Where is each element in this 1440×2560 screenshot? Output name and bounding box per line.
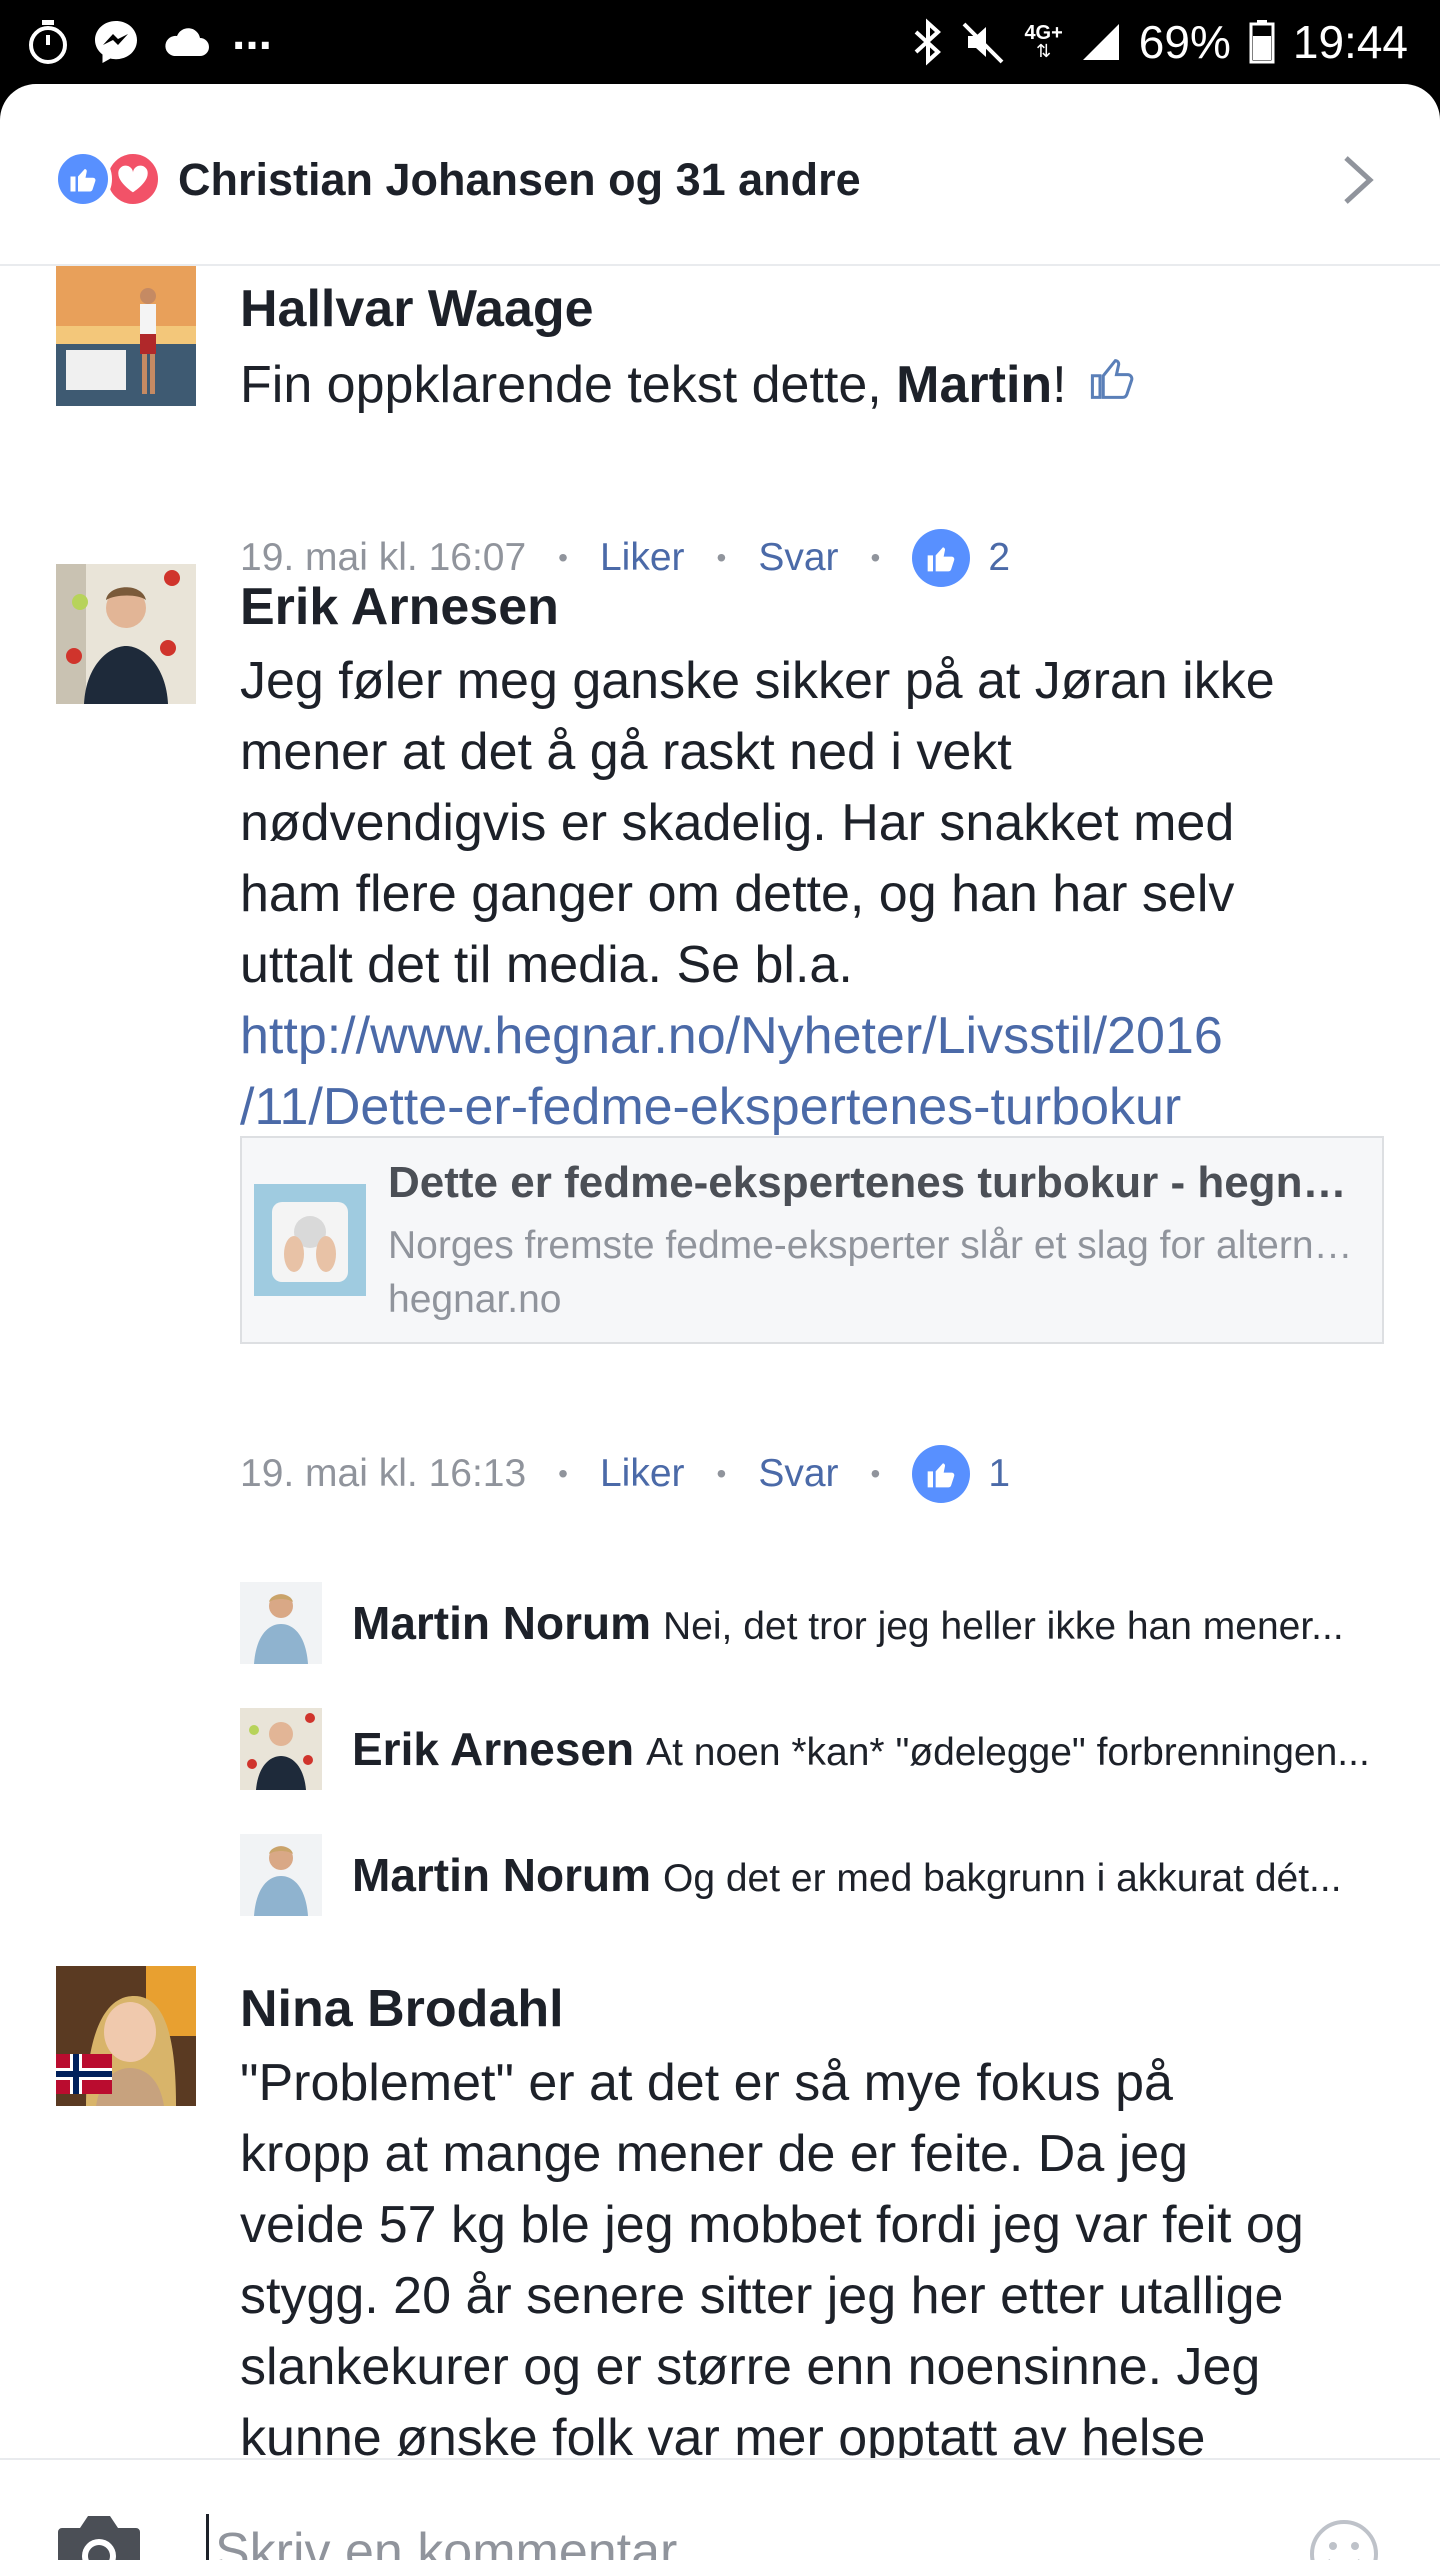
comment-line: mener at det å gå raskt ned i vekt	[240, 723, 1012, 781]
reply-text: Martin Norum Nei, det tror jeg heller ikk…	[352, 1596, 1382, 1650]
separator-dot: •	[870, 1458, 881, 1489]
thumbs-up-emoji-icon	[1087, 353, 1139, 424]
reply-link[interactable]: Svar	[758, 1452, 838, 1496]
comment-link-line[interactable]: /11/Dette-er-fedme-ekspertenes-turbokur	[240, 1072, 1390, 1143]
messenger-icon	[95, 21, 137, 63]
reply-item[interactable]: Martin Norum Og det er med bakgrunn i akk…	[240, 1830, 1400, 1920]
like-count[interactable]: 2	[988, 536, 1010, 580]
avatar[interactable]	[56, 1966, 196, 2106]
reply-author[interactable]: Martin Norum	[352, 1849, 651, 1901]
link-preview-domain: hegnar.no	[388, 1278, 562, 1321]
reply-text: Erik Arnesen At noen *kan* "ødelegge" for…	[352, 1722, 1382, 1776]
status-bar-right: 4G+ ⇅ 69% 19:44	[912, 14, 1408, 70]
comment-meta: 19. mai kl. 16:13 • Liker • Svar • 1	[240, 1444, 1010, 1504]
comments-sheet: Christian Johansen og 31 andre Hallvar W…	[0, 84, 1440, 2560]
status-overflow: ...	[232, 6, 273, 60]
comment-line: "Problemet" er at det er så mye fokus på	[240, 2054, 1173, 2112]
separator-dot: •	[716, 1458, 727, 1489]
comment-link-line[interactable]: http://www.hegnar.no/Nyheter/Livsstil/20…	[240, 1001, 1390, 1072]
comment-author[interactable]: Erik Arnesen	[240, 576, 1390, 638]
comment-line: kropp at mange mener de er feite. Da jeg	[240, 2125, 1189, 2183]
reply-item[interactable]: Erik Arnesen At noen *kan* "ødelegge" for…	[240, 1704, 1400, 1794]
separator-dot: •	[716, 542, 727, 573]
reactions-summary[interactable]: Christian Johansen og 31 andre	[178, 154, 861, 206]
avatar[interactable]	[240, 1834, 322, 1916]
link-preview-card[interactable]: Dette er fedme-ekspertenes turbokur - he…	[240, 1136, 1384, 1344]
comment-line: veide 57 kg ble jeg mobbet fordi jeg var…	[240, 2196, 1304, 2254]
separator-dot: •	[558, 542, 568, 573]
reactions-header[interactable]: Christian Johansen og 31 andre	[0, 84, 1440, 266]
comment-list: Hallvar Waage Fin oppklarende tekst dett…	[0, 266, 1440, 2462]
reply-snippet: Nei, det tror jeg heller ikke han mener.…	[663, 1605, 1344, 1648]
link-preview-title[interactable]: Dette er fedme-ekspertenes turbokur - he…	[388, 1158, 1368, 1208]
comment-text: "Problemet" er at det er så mye fokus på…	[240, 2048, 1390, 2462]
comment-time: 19. mai kl. 16:07	[240, 536, 527, 579]
comment-text-after: !	[1052, 356, 1067, 414]
battery-percent: 69%	[1138, 16, 1231, 68]
comment-line: slankekurer og er større enn noensinne. …	[240, 2338, 1261, 2396]
reply-author[interactable]: Erik Arnesen	[352, 1723, 634, 1775]
reply-snippet: Og det er med bakgrunn i akkurat dét...	[663, 1857, 1342, 1900]
comment-line: kunne ønske folk var mer opptatt av hels…	[240, 2409, 1206, 2462]
comment-text: Jeg føler meg ganske sikker på at Jøran …	[240, 646, 1390, 1143]
chevron-right-icon[interactable]	[1338, 152, 1378, 208]
comment-input[interactable]	[206, 2514, 1206, 2560]
network-type-label: 4G+	[1024, 22, 1063, 44]
like-count[interactable]: 1	[988, 1452, 1010, 1496]
status-bar-left: ...	[26, 7, 272, 66]
comment-body: Hallvar Waage Fin oppklarende tekst dett…	[240, 278, 1390, 424]
network-type: 4G+ ⇅	[1024, 22, 1063, 61]
comment-line: stygg. 20 år senere sitter jeg her etter…	[240, 2267, 1284, 2325]
comment-time: 19. mai kl. 16:13	[240, 1452, 527, 1495]
comment-text: Fin oppklarende tekst dette, Martin!	[240, 350, 1390, 424]
reply-link[interactable]: Svar	[758, 536, 838, 580]
link-preview-image	[254, 1184, 366, 1296]
avatar[interactable]	[56, 564, 196, 704]
clock: 19:44	[1292, 16, 1408, 68]
separator-dot: •	[870, 542, 881, 573]
comment-author[interactable]: Nina Brodahl	[240, 1978, 1390, 2040]
reply-item[interactable]: Martin Norum Nei, det tror jeg heller ikk…	[240, 1578, 1400, 1668]
comment-author[interactable]: Hallvar Waage	[240, 278, 1390, 340]
like-count-icon[interactable]	[912, 1445, 971, 1503]
reply-author[interactable]: Martin Norum	[352, 1597, 651, 1649]
reply-text: Martin Norum Og det er med bakgrunn i akk…	[352, 1848, 1382, 1902]
avatar[interactable]	[240, 1708, 322, 1790]
cloud-icon	[165, 28, 209, 56]
smiley-icon[interactable]	[1308, 2518, 1380, 2560]
mention-martin[interactable]: Martin	[896, 356, 1052, 414]
bluetooth-icon	[915, 18, 942, 66]
signal-icon	[1082, 24, 1119, 60]
comment-body: Nina Brodahl "Problemet" er at det er så…	[240, 1978, 1390, 2462]
battery-icon	[1249, 20, 1275, 64]
network-arrows-icon: ⇅	[1036, 41, 1052, 61]
like-link[interactable]: Liker	[600, 1452, 685, 1496]
avatar[interactable]	[56, 266, 196, 406]
mute-icon	[963, 22, 1004, 64]
comment-text-before: Fin oppklarende tekst dette,	[240, 356, 897, 414]
avatar[interactable]	[240, 1582, 322, 1664]
comment-composer	[0, 2458, 1440, 2560]
separator-dot: •	[558, 1458, 568, 1489]
comment-line: uttalt det til media. Se bl.a.	[240, 936, 853, 994]
like-reaction-icon	[54, 150, 112, 208]
reaction-icons	[54, 150, 164, 210]
love-reaction-icon	[104, 150, 162, 208]
comment-line: ham flere ganger om dette, og han har se…	[240, 865, 1235, 923]
link-preview-description: Norges fremste fedme-eksperter slår et s…	[388, 1224, 1368, 1267]
comment-line: Jeg føler meg ganske sikker på at Jøran …	[240, 652, 1275, 710]
comment-body: Erik Arnesen Jeg føler meg ganske sikker…	[240, 576, 1390, 1143]
timer-icon	[29, 20, 67, 64]
comment-line: nødvendigvis er skadelig. Har snakket me…	[240, 794, 1235, 852]
camera-icon[interactable]	[54, 2510, 144, 2560]
like-link[interactable]: Liker	[600, 536, 685, 580]
reply-snippet: At noen *kan* "ødelegge" forbrenningen..…	[646, 1731, 1370, 1774]
status-bar: ... 4G+ ⇅ 69% 19:44	[0, 0, 1440, 84]
